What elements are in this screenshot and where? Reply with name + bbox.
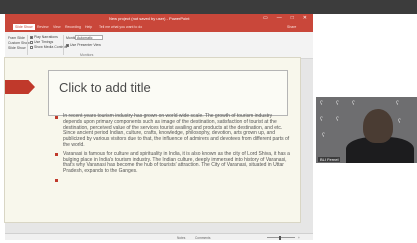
wall-pattern-icon: ʕ (336, 101, 339, 107)
tab-view[interactable]: View (53, 25, 61, 29)
zoom-in-button[interactable]: + (298, 236, 300, 240)
wall-pattern-icon: ʕ (320, 101, 323, 107)
tell-me-search[interactable]: Tell me what you want to do (99, 25, 142, 29)
ribbon: Fram Slide Custom Show Slide Show Play N… (5, 32, 313, 59)
ribbon-separator (27, 35, 28, 55)
monitor-select[interactable]: Automatic (75, 35, 103, 40)
status-bar: Notes Comments + (5, 233, 313, 240)
bullet-text: Varanasi is famous for culture and spiri… (63, 150, 290, 175)
wall-pattern-icon: ʕ (396, 101, 399, 107)
show-media-controls-checkbox[interactable]: Show Media Controls (30, 45, 67, 49)
share-button[interactable]: Share (287, 25, 296, 29)
ribbon-display-icon[interactable]: ▭ (263, 15, 268, 21)
zoom-slider[interactable] (267, 237, 295, 238)
slide-canvas[interactable]: Click to add title In recent years touri… (4, 57, 301, 223)
minimize-icon[interactable]: — (277, 15, 282, 21)
red-arrow-shape (5, 80, 35, 94)
window-title: New project (not saved by user) - PowerP… (109, 16, 190, 21)
wall-pattern-icon: ʕ (336, 117, 339, 123)
checkbox-box (30, 40, 33, 44)
window-title-bar: New project (not saved by user) - PowerP… (5, 14, 313, 23)
checkbox-box (30, 35, 33, 39)
play-narrations-checkbox[interactable]: Play Narrations (30, 35, 58, 39)
ribbon-left-label-3[interactable]: Slide Show (8, 46, 26, 50)
slide-title: Click to add title (59, 80, 151, 95)
checkbox-box (66, 43, 69, 47)
tab-slide-show[interactable]: Slide Show (13, 24, 35, 30)
person-head (363, 109, 393, 143)
title-placeholder[interactable]: Click to add title (48, 70, 288, 116)
use-presenter-view-checkbox[interactable]: Use Presenter View (66, 43, 101, 47)
close-icon[interactable]: ✕ (303, 15, 307, 21)
bullet-item: In recent years tourism industry has gro… (54, 113, 292, 149)
wall-pattern-icon: ʕ (398, 119, 401, 125)
play-narrations-label: Play Narrations (34, 35, 58, 39)
use-timings-label: Use Timings (34, 40, 54, 44)
bullet-marker-icon (55, 179, 58, 183)
bullet-marker-icon (55, 115, 58, 119)
webcam-video: ʕ ʕ ʕ ʕ ʕ ʕ ʕ ʕ BLI Fernel (316, 97, 417, 163)
bullet-marker-icon (55, 153, 58, 157)
ribbon-tabs: Slide Show Review View Recording Help Te… (5, 23, 313, 32)
tab-review[interactable]: Review (37, 25, 48, 29)
screen: New project (not saved by user) - PowerP… (0, 0, 417, 243)
wall-pattern-icon: ʕ (320, 117, 323, 123)
comments-button[interactable]: Comments (195, 236, 210, 240)
top-strip (0, 0, 417, 14)
participant-name: BLI Fernel (318, 157, 341, 162)
content-placeholder[interactable]: In recent years tourism industry has gro… (54, 113, 292, 220)
zoom-slider-handle[interactable] (279, 235, 281, 240)
maximize-icon[interactable]: □ (291, 15, 294, 21)
ribbon-separator (63, 35, 64, 55)
use-presenter-view-label: Use Presenter View (70, 43, 101, 47)
notes-button[interactable]: Notes (177, 236, 185, 240)
wall-pattern-icon: ʕ (322, 133, 325, 139)
bullet-item: Varanasi is famous for culture and spiri… (54, 150, 292, 175)
ribbon-left-label-1[interactable]: Fram Slide (8, 36, 25, 40)
wall-pattern-icon: ʕ (352, 101, 355, 107)
tab-recording[interactable]: Recording (65, 25, 81, 29)
tab-help[interactable]: Help (85, 25, 92, 29)
use-timings-checkbox[interactable]: Use Timings (30, 40, 53, 44)
bullet-text: In recent years tourism industry has gro… (63, 113, 290, 148)
checkbox-box (30, 45, 33, 49)
